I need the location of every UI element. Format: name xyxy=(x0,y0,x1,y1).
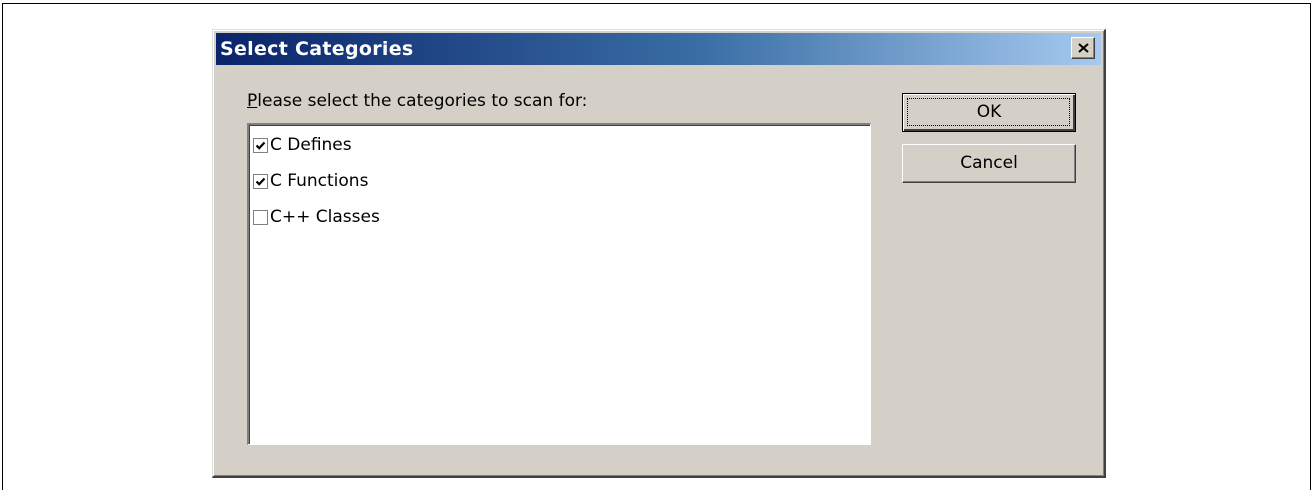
list-item-c-defines[interactable]: C Defines xyxy=(253,130,352,160)
categories-listbox[interactable]: C Defines C Functions C++ Classes xyxy=(247,123,871,445)
checkmark-icon xyxy=(255,177,266,186)
title-bar[interactable]: Select Categories xyxy=(216,33,1101,65)
list-item-cpp-classes[interactable]: C++ Classes xyxy=(253,202,380,232)
cpp-classes-checkbox[interactable] xyxy=(253,209,268,225)
cancel-button[interactable]: Cancel xyxy=(902,144,1076,183)
ok-button-label: OK xyxy=(976,102,1002,122)
list-item-c-functions[interactable]: C Functions xyxy=(253,166,368,196)
cancel-button-label: Cancel xyxy=(960,153,1018,173)
close-icon xyxy=(1078,43,1089,53)
select-categories-dialog: Select Categories Please select the cate… xyxy=(212,29,1106,478)
close-button[interactable] xyxy=(1071,37,1095,59)
checkmark-icon xyxy=(255,141,266,150)
list-item-label: C++ Classes xyxy=(270,207,380,227)
list-item-label: C Functions xyxy=(270,171,369,191)
prompt-text: lease select the categories to scan for: xyxy=(257,91,588,111)
c-defines-checkbox[interactable] xyxy=(253,137,268,153)
c-functions-checkbox[interactable] xyxy=(253,173,268,189)
list-item-label: C Defines xyxy=(270,135,352,155)
categories-prompt-label: Please select the categories to scan for… xyxy=(247,90,587,112)
prompt-mnemonic: P xyxy=(247,91,258,111)
dialog-title: Select Categories xyxy=(220,38,414,60)
ok-button[interactable]: OK xyxy=(902,93,1076,132)
